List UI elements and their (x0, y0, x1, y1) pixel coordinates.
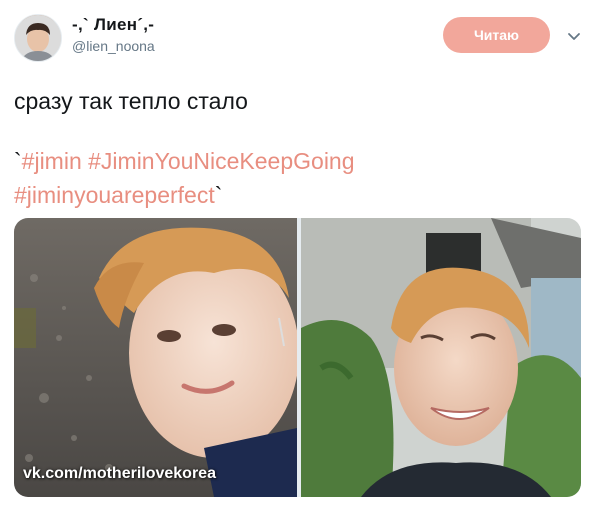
hashtag-link[interactable]: #jiminyouareperfect (14, 182, 215, 208)
photo-left[interactable]: vk.com/motherilovekorea (14, 218, 297, 497)
tweet-card: -,` Лиен´,- @lien_noona Читаю сразу так … (0, 0, 604, 512)
display-name[interactable]: -,` Лиен´,- (72, 15, 154, 35)
hashtag-block: `#jimin #JiminYouNiceKeepGoing #jiminyou… (14, 144, 594, 212)
avatar[interactable] (14, 14, 62, 62)
photo-right[interactable] (301, 218, 581, 497)
avatar-image (15, 15, 61, 61)
chevron-down-icon[interactable] (566, 28, 582, 44)
user-handle[interactable]: @lien_noona (72, 38, 155, 54)
close-mark: ` (214, 182, 223, 208)
hashtag-link[interactable]: #JiminYouNiceKeepGoing (88, 148, 354, 174)
follow-button[interactable]: Читаю (443, 17, 550, 53)
tweet-text: сразу так тепло стало (14, 88, 248, 114)
open-mark: ` (14, 148, 22, 174)
hashtag-link[interactable]: #jimin (22, 148, 82, 174)
watermark: vk.com/motherilovekorea (23, 465, 216, 482)
media-grid: vk.com/motherilovekorea (14, 218, 581, 497)
